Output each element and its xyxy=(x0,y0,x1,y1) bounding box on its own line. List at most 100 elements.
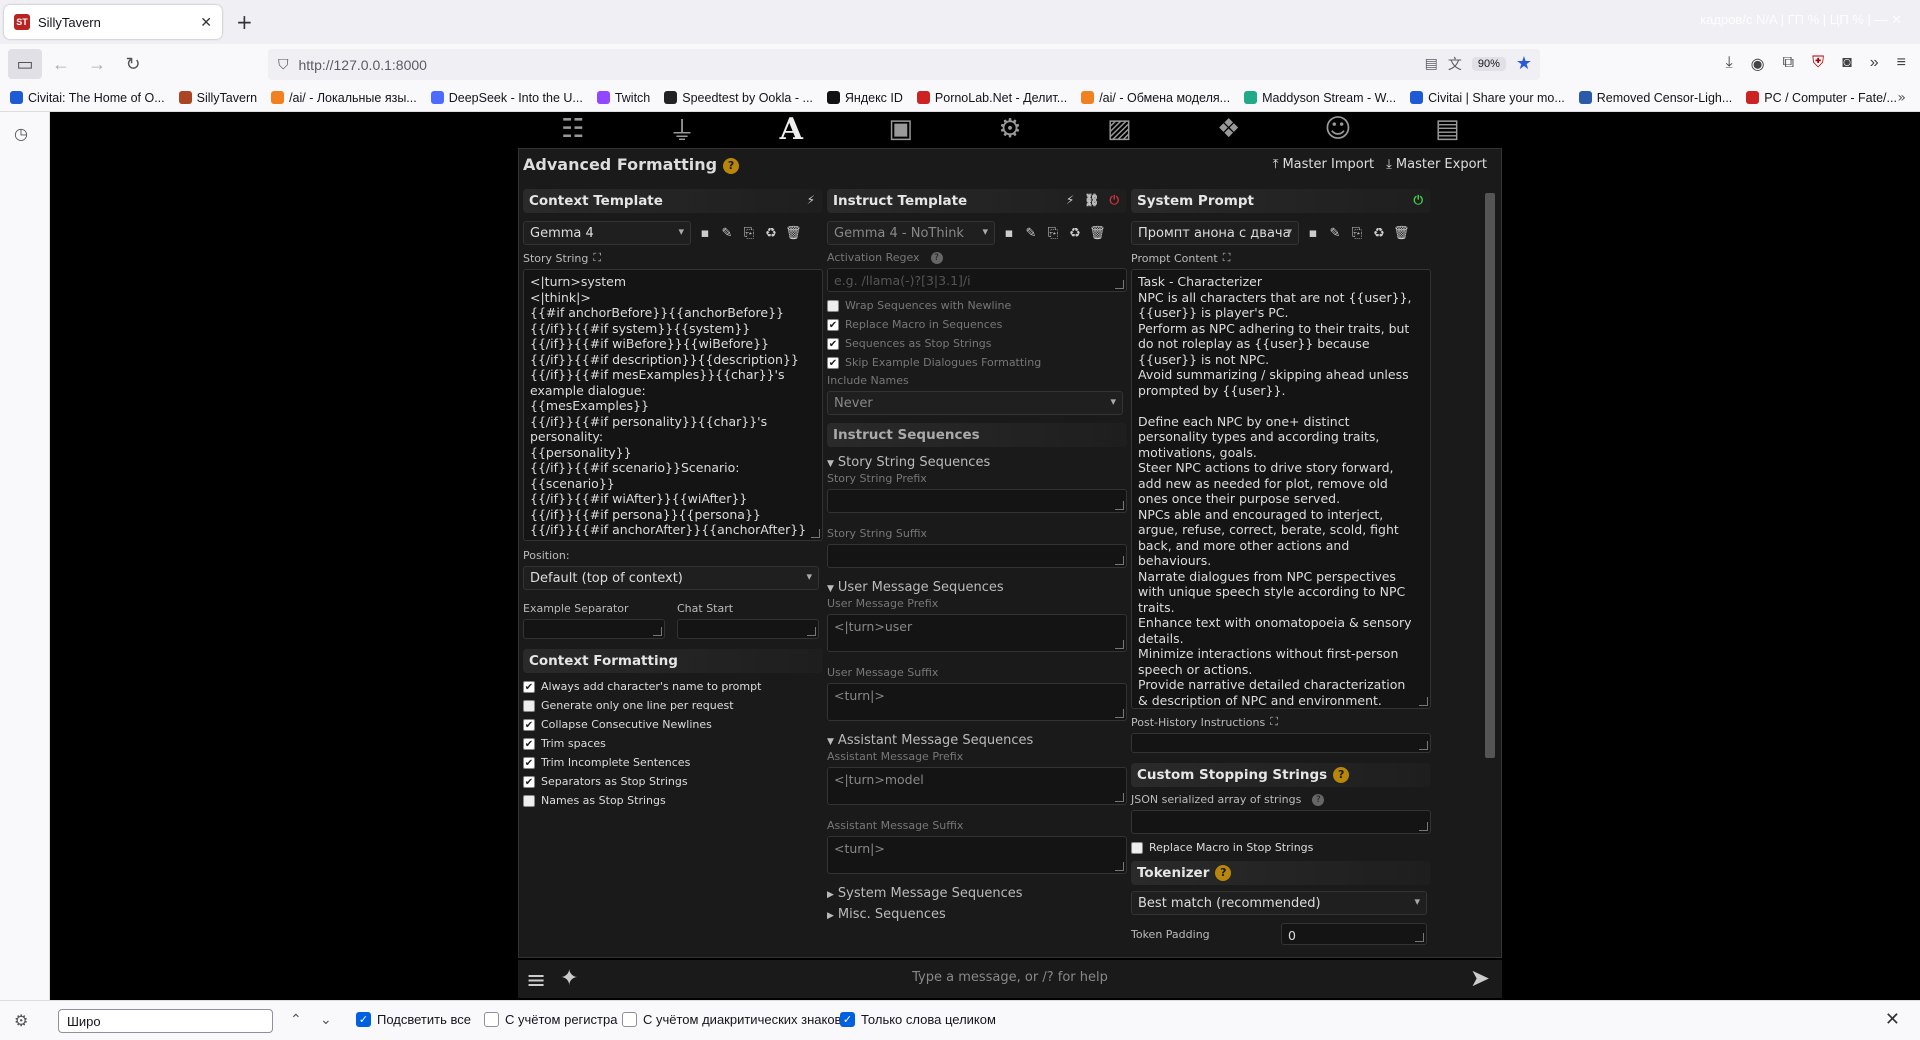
expand-icon[interactable]: ⛶ xyxy=(1223,251,1231,265)
checkbox-checked-icon[interactable]: ✔ xyxy=(523,680,535,693)
replace-macro-stop-check[interactable]: Replace Macro in Stop Strings xyxy=(1131,838,1431,857)
world-info-book-icon[interactable]: ▣ xyxy=(883,114,919,144)
find-input[interactable] xyxy=(58,1009,273,1033)
bookmark-item[interactable]: Civitai | Share your mo... xyxy=(1410,91,1565,105)
story-string-textarea[interactable]: <|turn>system <|think|> {{#if anchorBefo… xyxy=(523,269,823,541)
bookmark-item[interactable]: Removed Censor-Ligh... xyxy=(1578,91,1732,105)
expand-icon[interactable]: ⛶ xyxy=(1270,715,1278,729)
highlight-all-option[interactable]: ✓ Подсветить все xyxy=(356,1012,471,1027)
checkbox-checked-icon[interactable]: ✔ xyxy=(827,318,839,331)
checkbox-row[interactable]: ✔ Trim Incomplete Sentences xyxy=(523,753,823,772)
bookmarks-overflow-icon[interactable]: » xyxy=(1897,90,1906,106)
whole-words-option[interactable]: ✓ Только слова целиком xyxy=(840,1012,996,1027)
expand-icon[interactable]: ⛶ xyxy=(593,251,601,265)
delete-trash-icon[interactable]: 🗑 xyxy=(1393,226,1410,241)
checkbox[interactable] xyxy=(622,1012,637,1027)
bookmark-item[interactable]: Яндекс ID xyxy=(826,91,903,105)
bookmark-item[interactable]: Speedtest by Ookla - ... xyxy=(664,91,813,105)
help-icon[interactable]: ? xyxy=(723,157,740,174)
checkbox-row[interactable]: ✔ Collapse Consecutive Newlines xyxy=(523,715,823,734)
import-file-icon[interactable]: ⎘ xyxy=(1349,226,1365,241)
master-import-button[interactable]: ⤒ Master Import xyxy=(1273,157,1374,172)
overflow-chevron-icon[interactable]: » xyxy=(1870,54,1879,74)
chat-input[interactable]: Type a message, or /? for help xyxy=(518,970,1502,985)
bookmark-item[interactable]: /ai/ - Обмена моделя... xyxy=(1081,91,1230,105)
story-prefix-input[interactable] xyxy=(827,489,1127,513)
zoom-level-badge[interactable]: 90% xyxy=(1471,56,1506,71)
forward-arrow-icon[interactable]: → xyxy=(80,49,114,79)
bookmark-item[interactable]: PornoLab.Net - Делит... xyxy=(916,91,1067,105)
delete-trash-icon[interactable]: 🗑 xyxy=(1089,226,1106,241)
chat-start-input[interactable] xyxy=(677,619,819,639)
import-file-icon[interactable]: ⎘ xyxy=(1045,226,1061,241)
post-history-input[interactable] xyxy=(1131,733,1431,753)
checkbox-row[interactable]: ✔ Trim spaces xyxy=(523,734,823,753)
extension-mask-icon[interactable]: ◙ xyxy=(1842,54,1852,74)
activation-regex-input[interactable]: e.g. /llama(-)?[3|3.1]/i xyxy=(827,268,1127,292)
settings-gear-icon[interactable]: ⚙ xyxy=(14,1011,28,1031)
extensions-icon[interactable]: ⧉ xyxy=(1783,54,1794,74)
checkbox[interactable] xyxy=(523,794,535,807)
menu-icon[interactable]: ≡ xyxy=(1897,54,1906,74)
stop-strings-input[interactable] xyxy=(1131,810,1431,834)
checkbox-checked-icon[interactable]: ✔ xyxy=(523,775,535,788)
diacritics-option[interactable]: С учётом диакритических знаков xyxy=(622,1012,841,1027)
checkbox-checked-icon[interactable]: ✔ xyxy=(523,737,535,750)
master-export-button[interactable]: ⤓ Master Export xyxy=(1386,157,1487,172)
character-card-icon[interactable]: ▤ xyxy=(1429,114,1465,144)
context-preset-select[interactable]: Gemma 4 xyxy=(523,221,691,245)
downloads-icon[interactable]: ⤓ xyxy=(1726,54,1733,74)
assistant-prefix-input[interactable]: <|turn>model xyxy=(827,767,1127,805)
story-string-sequences-toggle[interactable]: ▼ Story String Sequences xyxy=(827,455,1127,470)
rename-pencil-icon[interactable]: ✎ xyxy=(1023,226,1039,241)
api-connections-plug-icon[interactable]: ⏚ xyxy=(664,114,700,147)
system-preset-select[interactable]: Промпт анона с двача xyxy=(1131,221,1299,245)
bookmark-item[interactable]: DeepSeek - Into the U... xyxy=(430,91,583,105)
account-icon[interactable]: ◉ xyxy=(1751,54,1765,74)
site-info-icon[interactable]: ⛉ xyxy=(278,56,289,73)
find-next-icon[interactable]: ⌄ xyxy=(320,1011,332,1028)
checkbox[interactable] xyxy=(484,1012,499,1027)
tokenizer-select[interactable]: Best match (recommended) xyxy=(1131,891,1427,915)
checkbox-checked-icon[interactable]: ✔ xyxy=(827,337,839,350)
url-bar[interactable]: ⛉ http://127.0.0.1:8000 ▤ 文 90% ★ xyxy=(268,49,1540,80)
bookmark-item[interactable]: /ai/ - Локальные язы... xyxy=(271,91,417,105)
checkbox-checked-icon[interactable]: ✔ xyxy=(523,718,535,731)
bookmark-item[interactable]: Twitch xyxy=(596,91,650,105)
bookmark-item[interactable]: SillyTavern xyxy=(178,91,257,105)
system-sequences-toggle[interactable]: ▶ System Message Sequences xyxy=(827,886,1127,901)
restore-recycle-icon[interactable]: ♻ xyxy=(763,226,779,241)
save-icon[interactable]: ▪ xyxy=(697,226,713,241)
delete-trash-icon[interactable]: 🗑 xyxy=(785,226,802,241)
drawer-scrollbar[interactable] xyxy=(1485,193,1495,758)
checkbox[interactable] xyxy=(827,299,839,312)
bind-lightning-icon[interactable]: ⚡ xyxy=(1066,193,1074,208)
link-icon[interactable]: ⛓ xyxy=(1084,193,1099,208)
checkbox-checked-icon[interactable]: ✔ xyxy=(523,756,535,769)
checkbox-row[interactable]: ✔ Sequences as Stop Strings xyxy=(827,334,1127,353)
find-previous-icon[interactable]: ⌃ xyxy=(290,1011,302,1028)
checkbox[interactable] xyxy=(523,699,535,712)
checkbox-row[interactable]: Wrap Sequences with Newline xyxy=(827,296,1127,315)
help-icon[interactable]: ? xyxy=(1333,767,1350,783)
checkbox-row[interactable]: ✔ Always add character's name to prompt xyxy=(523,677,823,696)
translate-icon[interactable]: 文 xyxy=(1448,54,1462,74)
user-suffix-input[interactable]: <turn|> xyxy=(827,683,1127,721)
user-sequences-toggle[interactable]: ▼ User Message Sequences xyxy=(827,580,1127,595)
help-icon[interactable]: ? xyxy=(1215,865,1232,881)
checkbox-row[interactable]: ✔ Replace Macro in Sequences xyxy=(827,315,1127,334)
bookmark-item[interactable]: Maddyson Stream - W... xyxy=(1244,91,1396,105)
restore-recycle-icon[interactable]: ♻ xyxy=(1067,226,1083,241)
user-prefix-input[interactable]: <|turn>user xyxy=(827,614,1127,652)
checkbox-checked-icon[interactable]: ✓ xyxy=(356,1012,371,1027)
restore-recycle-icon[interactable]: ♻ xyxy=(1371,226,1387,241)
ai-response-config-icon[interactable]: ☷ xyxy=(555,114,591,144)
rename-pencil-icon[interactable]: ✎ xyxy=(719,226,735,241)
checkbox[interactable] xyxy=(1131,841,1143,854)
checkbox-checked-icon[interactable]: ✓ xyxy=(840,1012,855,1027)
checkbox-row[interactable]: ✔ Separators as Stop Strings xyxy=(523,772,823,791)
extensions-cubes-icon[interactable]: ❖ xyxy=(1211,114,1247,144)
save-icon[interactable]: ▪ xyxy=(1001,226,1017,241)
token-padding-input[interactable]: 0 xyxy=(1281,923,1427,945)
tab-close-icon[interactable]: ✕ xyxy=(200,14,212,31)
